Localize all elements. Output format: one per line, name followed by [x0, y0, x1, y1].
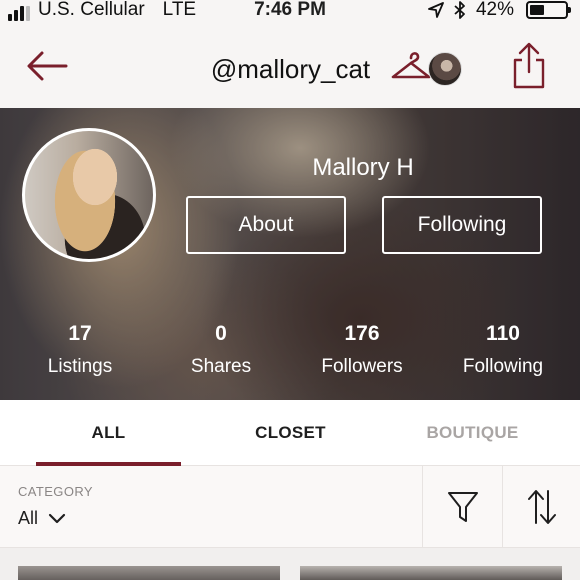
stat-value: 176 — [344, 322, 380, 345]
user-avatar[interactable] — [428, 52, 462, 86]
filter-button[interactable] — [422, 466, 502, 548]
stat-label: Following — [462, 356, 544, 377]
stat-value: 17 — [68, 322, 92, 345]
hanger-icon — [391, 52, 431, 79]
following-button[interactable]: Following — [382, 196, 542, 254]
bluetooth-icon — [454, 1, 465, 19]
category-value: All — [18, 508, 39, 528]
sort-icon — [527, 490, 556, 524]
about-button[interactable]: About — [186, 196, 346, 254]
stat-followers[interactable]: 176 Followers — [292, 320, 432, 380]
sort-button[interactable] — [502, 466, 580, 548]
battery-percent: 42% — [475, 0, 514, 20]
share-icon — [513, 42, 545, 89]
battery-icon — [526, 1, 571, 19]
stat-listings[interactable]: 17 Listings — [10, 320, 150, 380]
listings-grid — [0, 548, 580, 580]
network-label: LTE — [162, 0, 197, 20]
status-bar: U.S. Cellular LTE 7:46 PM 42% — [0, 0, 580, 22]
stat-shares[interactable]: 0 Shares — [151, 320, 291, 380]
category-label: CATEGORY — [18, 484, 93, 499]
stat-value: 110 — [486, 322, 520, 345]
stat-following[interactable]: 110 Following — [433, 320, 573, 380]
filter-icon — [447, 492, 478, 522]
stat-label: Listings — [47, 356, 113, 377]
chevron-down-icon — [48, 513, 66, 523]
stat-value: 0 — [215, 322, 227, 345]
status-right: 42% — [428, 0, 571, 21]
profile-header: Mallory H About Following 17 Listings 0 … — [0, 108, 580, 400]
stat-label: Followers — [321, 356, 403, 377]
tab-all[interactable]: ALL — [36, 400, 181, 466]
tab-closet[interactable]: CLOSET — [218, 400, 363, 466]
page-title: @mallory_cat — [210, 54, 371, 84]
listing-thumbnail[interactable] — [18, 566, 280, 580]
closet-button[interactable] — [390, 46, 432, 84]
location-icon — [428, 2, 444, 18]
profile-avatar[interactable] — [22, 128, 156, 262]
battery-fill — [530, 5, 544, 15]
status-left: U.S. Cellular LTE — [8, 0, 196, 21]
back-button[interactable] — [24, 48, 70, 84]
closet-tabs: ALL CLOSET BOUTIQUE — [0, 400, 580, 466]
share-button[interactable] — [510, 42, 548, 90]
filter-bar: CATEGORY All — [0, 466, 580, 548]
category-dropdown[interactable]: All — [18, 508, 66, 529]
stat-label: Shares — [190, 356, 252, 377]
nav-bar: @mallory_cat — [0, 22, 580, 108]
back-arrow-icon — [27, 51, 68, 81]
signal-icon — [8, 5, 30, 21]
listing-thumbnail[interactable] — [300, 566, 562, 580]
profile-name: Mallory H — [312, 154, 414, 181]
tab-boutique[interactable]: BOUTIQUE — [400, 400, 545, 466]
carrier-label: U.S. Cellular — [38, 0, 145, 20]
